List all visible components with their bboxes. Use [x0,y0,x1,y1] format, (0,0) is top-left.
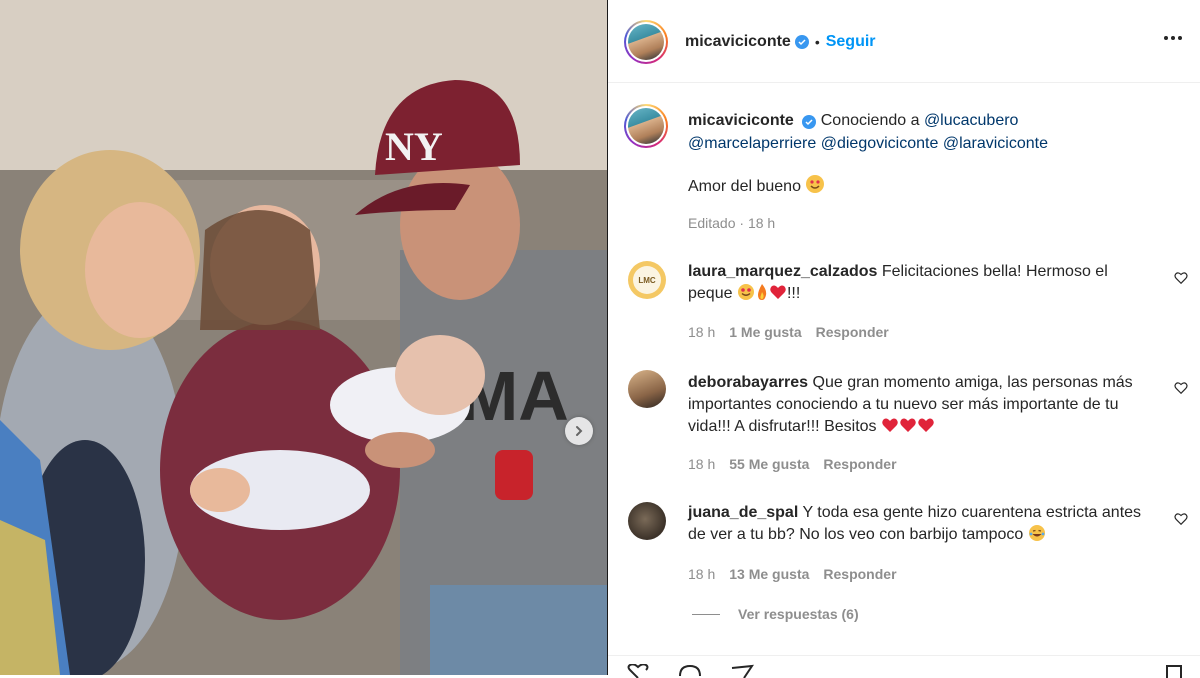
mention-link[interactable]: @lucacubero [924,112,1019,129]
caption-avatar[interactable] [624,104,668,148]
post-header: micaviciconte • Seguir [608,0,1200,83]
comment-text: deborabayarres Que gran momento amiga, l… [688,372,1163,441]
comment-avatar[interactable] [628,370,666,408]
red-heart-emoji-icon [899,416,917,441]
comment-meta: 18 h 55 Me gusta Responder [688,456,897,472]
edited-label: Editado [688,215,736,231]
comment-message: Felicitaciones bella! Hermoso el [881,263,1108,280]
reply-button[interactable]: Responder [823,566,896,582]
cap-logo-text: NY [385,124,443,169]
heart-eyes-emoji-icon [737,283,755,308]
next-photo-button[interactable] [565,417,593,445]
verified-badge-icon [802,115,817,129]
comment-avatar[interactable]: LMC [628,261,666,299]
caption-text-2: Amor del bueno [688,178,801,195]
comment-username[interactable]: juana_de_spal [688,504,798,521]
caption-author[interactable]: micaviciconte [688,112,794,129]
edited-time: 18 h [747,215,776,231]
mention-link[interactable]: @marcelaperriere [688,135,816,152]
reply-button[interactable]: Responder [816,324,889,340]
post-photo[interactable]: MA NY [0,0,607,675]
post-details-panel: micaviciconte • Seguir micaviciconte Con… [608,0,1200,678]
like-icon[interactable] [626,664,650,678]
like-comment-heart-icon[interactable] [1174,512,1188,531]
comment-likes[interactable]: 1 Me gusta [729,324,801,340]
comment-time: 18 h [688,324,716,340]
author-avatar[interactable] [624,20,668,64]
red-heart-emoji-icon [769,283,787,308]
comment-username[interactable]: laura_marquez_calzados [688,263,877,280]
photo-illustration: MA NY [0,0,607,675]
meta-separator: · [739,215,745,231]
comment-likes[interactable]: 13 Me gusta [729,566,809,582]
caption-meta: Editado · 18 h [688,215,775,231]
share-icon[interactable] [730,664,754,678]
caption-line-2: Amor del bueno [688,174,825,201]
action-bar [608,655,1200,678]
author-username[interactable]: micaviciconte [685,33,791,51]
red-heart-emoji-icon [881,416,899,441]
smiling-heart-eyes-emoji-icon [805,174,825,201]
mention-link[interactable]: @diegoviciconte [821,135,939,152]
comment-username[interactable]: deborabayarres [688,374,808,391]
fire-emoji-icon [755,283,769,308]
avatar-logo-text: LMC [633,266,661,294]
save-icon[interactable] [1164,664,1184,678]
follow-button[interactable]: Seguir [826,33,876,51]
comment-message-2: peque [688,285,733,302]
comment-meta: 18 h 1 Me gusta Responder [688,324,889,340]
replies-line [692,613,720,615]
like-comment-heart-icon[interactable] [1174,381,1188,400]
verified-badge-icon [794,35,809,49]
red-heart-emoji-icon [917,416,935,441]
caption-intro: Conociendo a [820,112,920,129]
comment-meta: 18 h 13 Me gusta Responder [688,566,897,582]
comment-text: juana_de_spal Y toda esa gente hizo cuar… [688,502,1163,549]
chevron-right-icon [576,426,583,436]
comment-likes[interactable]: 55 Me gusta [729,456,809,472]
view-replies-button[interactable]: Ver respuestas (6) [692,606,859,622]
comment-suffix: !!! [786,285,801,302]
header-separator: • [814,34,820,50]
comment-icon[interactable] [678,664,702,678]
caption: micaviciconte Conociendo a @lucacubero @… [688,109,1158,155]
view-replies-label: Ver respuestas (6) [738,606,859,622]
comment-time: 18 h [688,456,716,472]
like-comment-heart-icon[interactable] [1174,271,1188,290]
mention-link[interactable]: @laraviciconte [943,135,1048,152]
laughing-tears-emoji-icon [1028,524,1046,549]
comment-avatar[interactable] [628,502,666,540]
more-options-icon[interactable] [1164,36,1182,40]
reply-button[interactable]: Responder [823,456,896,472]
comment-time: 18 h [688,566,716,582]
comment-text: laura_marquez_calzados Felicitaciones be… [688,261,1158,308]
